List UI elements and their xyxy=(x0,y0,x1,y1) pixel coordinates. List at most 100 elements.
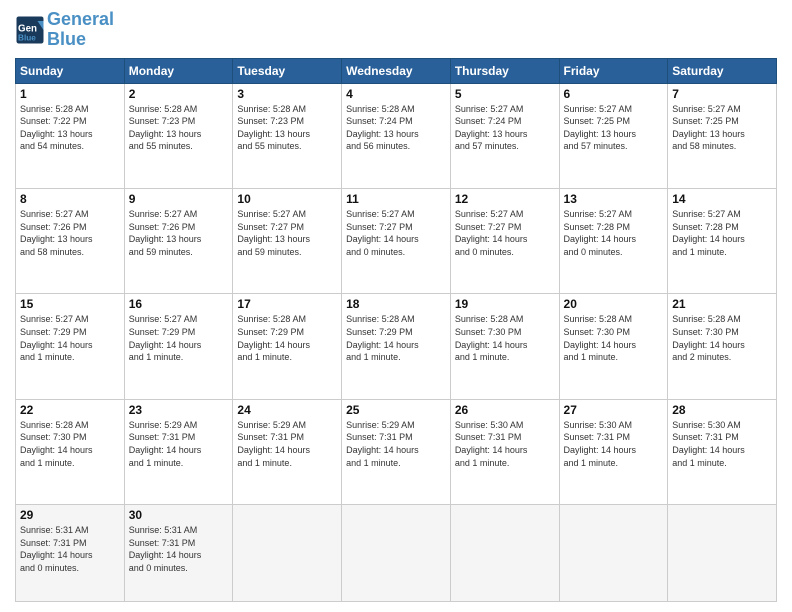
cell-sun-info: Sunrise: 5:27 AMSunset: 7:27 PMDaylight:… xyxy=(237,208,337,258)
calendar-week-row: 8Sunrise: 5:27 AMSunset: 7:26 PMDaylight… xyxy=(16,189,777,294)
day-number: 16 xyxy=(129,297,229,311)
day-number: 12 xyxy=(455,192,555,206)
day-header: Friday xyxy=(559,58,668,83)
calendar-cell: 30Sunrise: 5:31 AMSunset: 7:31 PMDayligh… xyxy=(124,505,233,602)
cell-sun-info: Sunrise: 5:28 AMSunset: 7:24 PMDaylight:… xyxy=(346,103,446,153)
day-number: 5 xyxy=(455,87,555,101)
cell-sun-info: Sunrise: 5:30 AMSunset: 7:31 PMDaylight:… xyxy=(564,419,664,469)
cell-sun-info: Sunrise: 5:27 AMSunset: 7:28 PMDaylight:… xyxy=(672,208,772,258)
calendar-cell: 20 Sunrise: 5:28 AMSunset: 7:30 PMDayligh… xyxy=(559,294,668,399)
calendar-cell xyxy=(233,505,342,602)
calendar-cell: 9 Sunrise: 5:27 AMSunset: 7:26 PMDaylight… xyxy=(124,189,233,294)
cell-sun-info: Sunrise: 5:28 AMSunset: 7:30 PMDaylight:… xyxy=(564,313,664,363)
cell-sun-info: Sunrise: 5:28 AMSunset: 7:29 PMDaylight:… xyxy=(237,313,337,363)
cell-sun-info: Sunrise: 5:27 AMSunset: 7:26 PMDaylight:… xyxy=(129,208,229,258)
logo: Gen Blue General Blue xyxy=(15,10,114,50)
day-number: 20 xyxy=(564,297,664,311)
day-header: Thursday xyxy=(450,58,559,83)
day-number: 27 xyxy=(564,403,664,417)
calendar-cell: 22 Sunrise: 5:28 AMSunset: 7:30 PMDayligh… xyxy=(16,399,125,504)
logo-icon: Gen Blue xyxy=(15,15,45,45)
day-number: 10 xyxy=(237,192,337,206)
calendar-week-row: 1 Sunrise: 5:28 AMSunset: 7:22 PMDaylight… xyxy=(16,83,777,188)
logo-text: General Blue xyxy=(47,10,114,50)
calendar-cell: 13Sunrise: 5:27 AMSunset: 7:28 PMDayligh… xyxy=(559,189,668,294)
cell-sun-info: Sunrise: 5:30 AMSunset: 7:31 PMDaylight:… xyxy=(455,419,555,469)
calendar-cell: 27 Sunrise: 5:30 AMSunset: 7:31 PMDayligh… xyxy=(559,399,668,504)
calendar-cell: 10 Sunrise: 5:27 AMSunset: 7:27 PMDayligh… xyxy=(233,189,342,294)
calendar-cell: 26 Sunrise: 5:30 AMSunset: 7:31 PMDayligh… xyxy=(450,399,559,504)
day-number: 19 xyxy=(455,297,555,311)
calendar-week-row: 15 Sunrise: 5:27 AMSunset: 7:29 PMDayligh… xyxy=(16,294,777,399)
day-number: 6 xyxy=(564,87,664,101)
calendar-cell: 7Sunrise: 5:27 AMSunset: 7:25 PMDaylight… xyxy=(668,83,777,188)
calendar-cell: 25Sunrise: 5:29 AMSunset: 7:31 PMDayligh… xyxy=(342,399,451,504)
day-number: 7 xyxy=(672,87,772,101)
cell-sun-info: Sunrise: 5:28 AMSunset: 7:30 PMDaylight:… xyxy=(20,419,120,469)
calendar-cell: 16 Sunrise: 5:27 AMSunset: 7:29 PMDayligh… xyxy=(124,294,233,399)
day-number: 29 xyxy=(20,508,120,522)
cell-sun-info: Sunrise: 5:27 AMSunset: 7:27 PMDaylight:… xyxy=(455,208,555,258)
calendar-cell: 8Sunrise: 5:27 AMSunset: 7:26 PMDaylight… xyxy=(16,189,125,294)
calendar-cell: 3 Sunrise: 5:28 AMSunset: 7:23 PMDaylight… xyxy=(233,83,342,188)
calendar-table: SundayMondayTuesdayWednesdayThursdayFrid… xyxy=(15,58,777,602)
cell-sun-info: Sunrise: 5:27 AMSunset: 7:26 PMDaylight:… xyxy=(20,208,120,258)
calendar-cell: 2 Sunrise: 5:28 AMSunset: 7:23 PMDaylight… xyxy=(124,83,233,188)
calendar-cell: 23Sunrise: 5:29 AMSunset: 7:31 PMDayligh… xyxy=(124,399,233,504)
day-number: 18 xyxy=(346,297,446,311)
day-header: Wednesday xyxy=(342,58,451,83)
cell-sun-info: Sunrise: 5:28 AMSunset: 7:30 PMDaylight:… xyxy=(672,313,772,363)
day-number: 25 xyxy=(346,403,446,417)
svg-text:Blue: Blue xyxy=(18,33,36,42)
calendar-week-row: 29 Sunrise: 5:31 AMSunset: 7:31 PMDayligh… xyxy=(16,505,777,602)
cell-sun-info: Sunrise: 5:27 AMSunset: 7:28 PMDaylight:… xyxy=(564,208,664,258)
day-number: 30 xyxy=(129,508,229,522)
calendar-cell: 17 Sunrise: 5:28 AMSunset: 7:29 PMDayligh… xyxy=(233,294,342,399)
cell-sun-info: Sunrise: 5:27 AMSunset: 7:27 PMDaylight:… xyxy=(346,208,446,258)
day-number: 1 xyxy=(20,87,120,101)
calendar-cell: 28 Sunrise: 5:30 AMSunset: 7:31 PMDayligh… xyxy=(668,399,777,504)
cell-sun-info: Sunrise: 5:28 AMSunset: 7:23 PMDaylight:… xyxy=(237,103,337,153)
cell-sun-info: Sunrise: 5:28 AMSunset: 7:29 PMDaylight:… xyxy=(346,313,446,363)
day-number: 17 xyxy=(237,297,337,311)
calendar-cell: 18 Sunrise: 5:28 AMSunset: 7:29 PMDayligh… xyxy=(342,294,451,399)
cell-sun-info: Sunrise: 5:27 AMSunset: 7:25 PMDaylight:… xyxy=(564,103,664,153)
calendar-cell: 21 Sunrise: 5:28 AMSunset: 7:30 PMDayligh… xyxy=(668,294,777,399)
calendar-cell: 29 Sunrise: 5:31 AMSunset: 7:31 PMDayligh… xyxy=(16,505,125,602)
cell-sun-info: Sunrise: 5:28 AMSunset: 7:30 PMDaylight:… xyxy=(455,313,555,363)
day-header: Sunday xyxy=(16,58,125,83)
cell-sun-info: Sunrise: 5:28 AMSunset: 7:22 PMDaylight:… xyxy=(20,103,120,153)
cell-sun-info: Sunrise: 5:31 AMSunset: 7:31 PMDaylight:… xyxy=(20,524,120,574)
calendar-cell: 4 Sunrise: 5:28 AMSunset: 7:24 PMDaylight… xyxy=(342,83,451,188)
calendar-cell: 12 Sunrise: 5:27 AMSunset: 7:27 PMDayligh… xyxy=(450,189,559,294)
day-number: 21 xyxy=(672,297,772,311)
calendar-cell xyxy=(668,505,777,602)
calendar-cell xyxy=(342,505,451,602)
day-number: 3 xyxy=(237,87,337,101)
day-number: 9 xyxy=(129,192,229,206)
calendar-cell: 14 Sunrise: 5:27 AMSunset: 7:28 PMDayligh… xyxy=(668,189,777,294)
calendar-cell: 15Sunrise: 5:27 AMSunset: 7:29 PMDayligh… xyxy=(16,294,125,399)
calendar-cell: 11 Sunrise: 5:27 AMSunset: 7:27 PMDayligh… xyxy=(342,189,451,294)
day-number: 11 xyxy=(346,192,446,206)
calendar-page: Gen Blue General Blue SundayMondayTuesda… xyxy=(0,0,792,612)
calendar-body: 1 Sunrise: 5:28 AMSunset: 7:22 PMDaylight… xyxy=(16,83,777,601)
cell-sun-info: Sunrise: 5:28 AMSunset: 7:23 PMDaylight:… xyxy=(129,103,229,153)
day-number: 4 xyxy=(346,87,446,101)
calendar-cell: 19 Sunrise: 5:28 AMSunset: 7:30 PMDayligh… xyxy=(450,294,559,399)
day-number: 24 xyxy=(237,403,337,417)
day-number: 22 xyxy=(20,403,120,417)
day-number: 2 xyxy=(129,87,229,101)
day-number: 15 xyxy=(20,297,120,311)
header: Gen Blue General Blue xyxy=(15,10,777,50)
cell-sun-info: Sunrise: 5:30 AMSunset: 7:31 PMDaylight:… xyxy=(672,419,772,469)
day-number: 26 xyxy=(455,403,555,417)
day-number: 14 xyxy=(672,192,772,206)
calendar-cell xyxy=(450,505,559,602)
calendar-cell: 1 Sunrise: 5:28 AMSunset: 7:22 PMDaylight… xyxy=(16,83,125,188)
cell-sun-info: Sunrise: 5:29 AMSunset: 7:31 PMDaylight:… xyxy=(237,419,337,469)
cell-sun-info: Sunrise: 5:27 AMSunset: 7:29 PMDaylight:… xyxy=(129,313,229,363)
calendar-cell xyxy=(559,505,668,602)
day-number: 28 xyxy=(672,403,772,417)
day-header: Saturday xyxy=(668,58,777,83)
